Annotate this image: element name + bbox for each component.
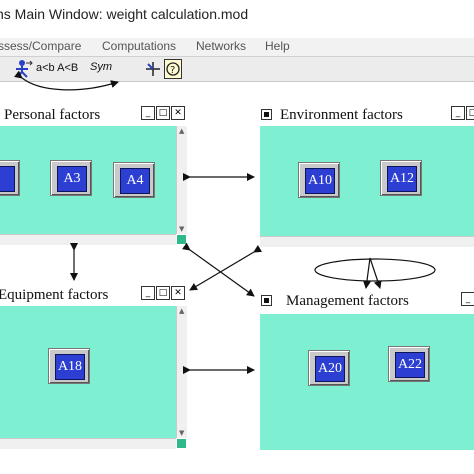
minimize-button[interactable]: _ — [141, 106, 155, 120]
horizontal-scrollbar[interactable] — [260, 236, 474, 247]
node-a10[interactable]: A10 — [298, 162, 340, 198]
compare-label[interactable]: a<b A<B — [36, 62, 78, 74]
window-title-text: Environment factors — [280, 107, 403, 123]
node-label — [0, 166, 15, 192]
crosshair-icon[interactable] — [144, 60, 162, 78]
svg-text:?: ? — [170, 65, 175, 76]
equipment-factors-window[interactable]: Equipment factors _ □ ✕ ▲ ▼ A18 — [0, 284, 188, 452]
node-label: A12 — [387, 166, 417, 192]
window-controls: _ — [460, 292, 474, 306]
menu-bar: ssess/Compare Computations Networks Help — [0, 38, 474, 56]
node-a22[interactable]: A22 — [388, 346, 430, 382]
scroll-down-icon[interactable]: ▼ — [179, 429, 184, 437]
vertical-scrollbar[interactable]: ▲ ▼ — [176, 126, 187, 234]
sym-label[interactable]: Sym — [90, 61, 112, 73]
title-bar: ns Main Window: weight calculation.mod — [0, 0, 474, 36]
personal-factors-window[interactable]: Personal factors _ □ ✕ ▲ ▼ A3 A4 — [0, 104, 188, 248]
window-controls: _ □ ✕ — [140, 286, 185, 300]
scroll-down-icon[interactable]: ▼ — [179, 225, 184, 233]
maximize-button[interactable]: □ — [156, 286, 170, 300]
window-title-bar[interactable]: Equipment factors _ □ ✕ — [0, 284, 188, 306]
scroll-up-icon[interactable]: ▲ — [179, 307, 184, 315]
node-a18[interactable]: A18 — [48, 348, 90, 384]
minimize-button[interactable]: _ — [461, 292, 474, 306]
node-label: A10 — [305, 168, 335, 194]
node-a12[interactable]: A12 — [380, 160, 422, 196]
horizontal-scrollbar[interactable] — [0, 438, 176, 449]
window-title-bar[interactable]: Environment factors _ □ — [256, 104, 474, 126]
close-button[interactable]: ✕ — [171, 286, 185, 300]
node-a3[interactable]: A3 — [50, 160, 92, 196]
window-controls: _ □ ✕ — [140, 106, 185, 120]
management-factors-window[interactable]: Management factors _ A20 A22 — [256, 290, 474, 450]
node-label: A4 — [120, 168, 150, 194]
window-title-bar[interactable]: Management factors _ — [256, 290, 474, 312]
node-label: A20 — [315, 356, 345, 382]
vertical-scrollbar[interactable]: ▲ ▼ — [176, 306, 187, 438]
window-title: ns Main Window: weight calculation.mod — [0, 6, 249, 22]
window-controls: _ □ — [450, 106, 474, 120]
minimize-button[interactable]: _ — [141, 286, 155, 300]
window-body[interactable] — [260, 126, 474, 236]
window-menu-icon[interactable] — [261, 295, 272, 306]
scroll-up-icon[interactable]: ▲ — [179, 127, 184, 135]
toolbar: a<b A<B Sym ? — [0, 56, 474, 82]
node-label: A22 — [395, 352, 425, 378]
window-title-text: Management factors — [286, 293, 409, 309]
environment-factors-window[interactable]: Environment factors _ □ A10 A12 — [256, 104, 474, 252]
maximize-button[interactable]: □ — [466, 106, 474, 120]
node[interactable] — [0, 160, 20, 196]
person-arrow-icon[interactable] — [12, 59, 34, 79]
node-label: A3 — [57, 166, 87, 192]
node-a20[interactable]: A20 — [308, 350, 350, 386]
menu-help[interactable]: Help — [265, 39, 290, 53]
close-button[interactable]: ✕ — [171, 106, 185, 120]
resize-grip[interactable] — [177, 235, 186, 244]
menu-computations[interactable]: Computations — [102, 39, 176, 53]
menu-assess-compare[interactable]: ssess/Compare — [0, 39, 81, 53]
horizontal-scrollbar[interactable] — [0, 234, 176, 245]
minimize-button[interactable]: _ — [451, 106, 465, 120]
menu-networks[interactable]: Networks — [196, 39, 246, 53]
help-icon[interactable]: ? — [164, 59, 182, 79]
window-title-bar[interactable]: Personal factors _ □ ✕ — [0, 104, 188, 126]
node-label: A18 — [55, 354, 85, 380]
window-menu-icon[interactable] — [261, 109, 272, 120]
window-body[interactable] — [260, 314, 474, 450]
maximize-button[interactable]: □ — [156, 106, 170, 120]
window-title-text: Personal factors — [4, 107, 101, 123]
node-a4[interactable]: A4 — [113, 162, 155, 198]
resize-grip[interactable] — [177, 439, 186, 448]
window-title-text: Equipment factors — [0, 287, 109, 303]
